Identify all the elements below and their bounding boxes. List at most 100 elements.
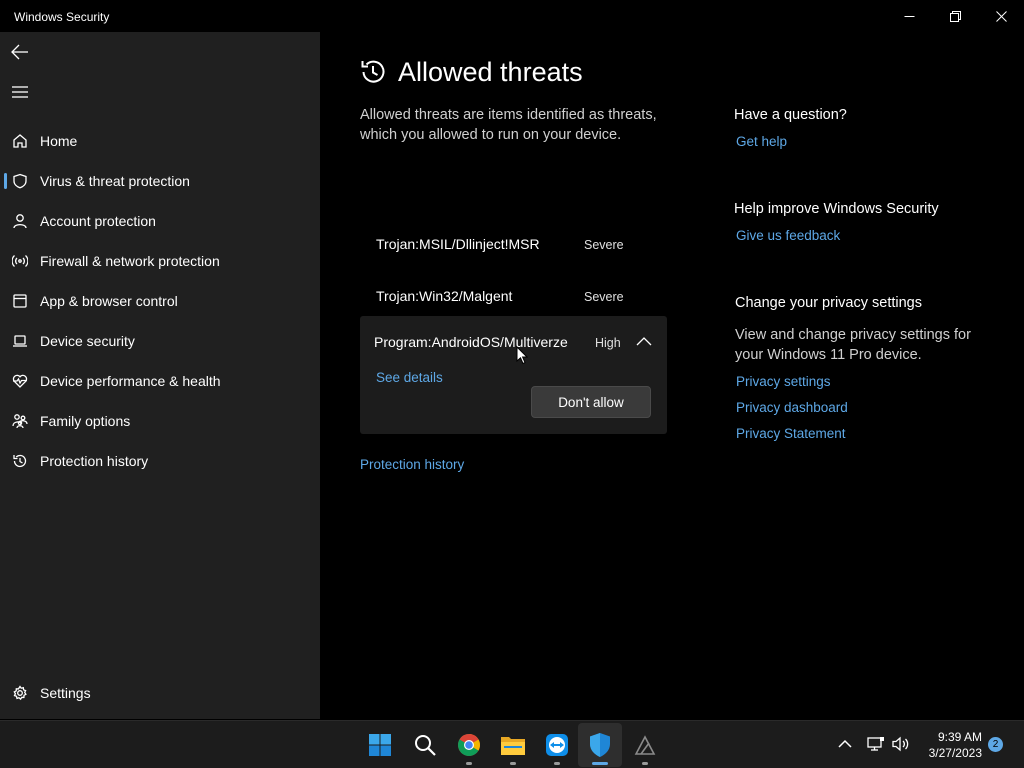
get-help-link[interactable]: Get help: [736, 134, 787, 149]
threat-severity: Severe: [584, 290, 624, 304]
privacy-heading: Change your privacy settings: [735, 295, 922, 311]
running-indicator: [554, 762, 560, 765]
window-title: Windows Security: [14, 10, 110, 24]
page-title: Allowed threats: [398, 57, 583, 87]
sidebar-item-device-security[interactable]: Device security: [0, 323, 320, 359]
taskbar: 9:39 AM 3/27/2023 2: [0, 720, 1024, 768]
sidebar-item-label: App & browser control: [40, 293, 178, 309]
laptop-icon: [11, 332, 29, 350]
folder-icon: [501, 737, 525, 755]
clock-time: 9:39 AM: [937, 730, 982, 744]
privacy-settings-link[interactable]: Privacy settings: [736, 374, 831, 389]
sidebar-item-settings[interactable]: Settings: [0, 675, 320, 711]
history-icon: [361, 60, 385, 83]
browser-window-icon: [11, 292, 29, 310]
home-icon: [11, 132, 29, 150]
sidebar-item-label: Virus & threat protection: [40, 173, 190, 189]
network-status[interactable]: [867, 735, 885, 753]
page-description: Allowed threats are items identified as …: [360, 107, 657, 143]
back-button[interactable]: [8, 40, 32, 64]
speaker-icon: [892, 736, 909, 752]
teamviewer-icon: [546, 734, 568, 756]
running-indicator: [642, 762, 648, 765]
taskbar-teamviewer[interactable]: [535, 723, 579, 767]
shield-icon: [11, 172, 29, 190]
sidebar-item-firewall-network[interactable]: Firewall & network protection: [0, 243, 320, 279]
sidebar-item-app-browser-control[interactable]: App & browser control: [0, 283, 320, 319]
gear-icon: [11, 684, 29, 702]
expanded-threat-card[interactable]: Program:AndroidOS/Multiverze High See de…: [360, 316, 667, 434]
taskbar-windows-security[interactable]: [578, 723, 622, 767]
mouse-cursor-icon: [516, 346, 528, 365]
taskbar-app[interactable]: [623, 723, 667, 767]
heart-pulse-icon: [11, 372, 29, 390]
threat-row[interactable]: Trojan:MSIL/Dllinject!MSR Severe: [360, 222, 667, 266]
sidebar-item-label: Protection history: [40, 453, 149, 469]
volume-control[interactable]: [892, 735, 910, 753]
privacy-description: View and change privacy settings for you…: [735, 327, 971, 363]
threat-name: Trojan:Win32/Malgent: [376, 288, 513, 304]
sidebar-item-label: Device security: [40, 333, 135, 349]
search-icon: [415, 735, 436, 756]
sidebar-item-virus-threat-protection[interactable]: Virus & threat protection: [0, 163, 320, 199]
sidebar-item-home[interactable]: Home: [0, 123, 320, 159]
notification-badge[interactable]: 2: [988, 737, 1003, 752]
chevron-up-icon[interactable]: [636, 335, 652, 349]
taskbar-file-explorer[interactable]: [491, 723, 535, 767]
app-icon: [634, 735, 656, 755]
sidebar-item-device-performance[interactable]: Device performance & health: [0, 363, 320, 399]
wifi-icon: [11, 252, 29, 270]
threat-severity: Severe: [584, 238, 624, 252]
restore-button[interactable]: [932, 0, 978, 32]
taskbar-chrome[interactable]: [447, 723, 491, 767]
tray-overflow-button[interactable]: [836, 735, 854, 753]
sidebar-item-label: Device performance & health: [40, 373, 221, 389]
back-arrow-icon: [11, 44, 28, 60]
running-indicator: [510, 762, 516, 765]
sidebar-item-family-options[interactable]: Family options: [0, 403, 320, 439]
taskbar-search-button[interactable]: [403, 723, 447, 767]
threat-name: Program:AndroidOS/Multiverze: [374, 334, 568, 350]
running-indicator: [466, 762, 472, 765]
active-indicator: [4, 173, 7, 189]
sidebar-item-label: Firewall & network protection: [40, 253, 220, 269]
hamburger-icon: [12, 86, 28, 98]
sidebar-item-label: Account protection: [40, 213, 156, 229]
threat-row[interactable]: Trojan:Win32/Malgent Severe: [360, 274, 667, 318]
minimize-button[interactable]: [886, 0, 932, 32]
improve-heading: Help improve Windows Security: [734, 201, 939, 217]
protection-history-link[interactable]: Protection history: [360, 457, 464, 472]
network-icon: [867, 737, 884, 751]
person-icon: [11, 212, 29, 230]
privacy-statement-link[interactable]: Privacy Statement: [736, 426, 846, 441]
taskbar-clock[interactable]: 9:39 AM 3/27/2023: [920, 729, 982, 761]
history-icon: [11, 452, 29, 470]
close-icon: [995, 10, 1007, 22]
hamburger-menu-button[interactable]: [8, 80, 32, 104]
title-bar: Windows Security: [0, 0, 1024, 32]
chrome-icon: [458, 734, 480, 756]
threat-severity: High: [595, 336, 621, 350]
privacy-dashboard-link[interactable]: Privacy dashboard: [736, 400, 848, 415]
sidebar-item-label: Settings: [40, 685, 91, 701]
see-details-link[interactable]: See details: [376, 370, 443, 385]
minimize-icon: [904, 15, 914, 17]
running-indicator: [592, 762, 608, 765]
windows-security-shield-icon: [590, 733, 610, 757]
windows-logo-icon: [369, 734, 391, 756]
main-content: Allowed threats Allowed threats are item…: [320, 32, 1024, 719]
chevron-up-icon: [838, 739, 852, 748]
dont-allow-button[interactable]: Don't allow: [531, 386, 651, 418]
sidebar-item-label: Home: [40, 133, 78, 149]
close-button[interactable]: [978, 0, 1024, 32]
clock-date: 3/27/2023: [928, 746, 982, 760]
family-icon: [11, 412, 29, 430]
feedback-link[interactable]: Give us feedback: [736, 228, 840, 243]
sidebar: Home Virus & threat protection Account p…: [0, 32, 320, 719]
question-heading: Have a question?: [734, 107, 847, 123]
sidebar-item-protection-history[interactable]: Protection history: [0, 443, 320, 479]
restore-icon: [949, 10, 961, 22]
sidebar-item-label: Family options: [40, 413, 131, 429]
sidebar-item-account-protection[interactable]: Account protection: [0, 203, 320, 239]
start-button[interactable]: [358, 723, 402, 767]
